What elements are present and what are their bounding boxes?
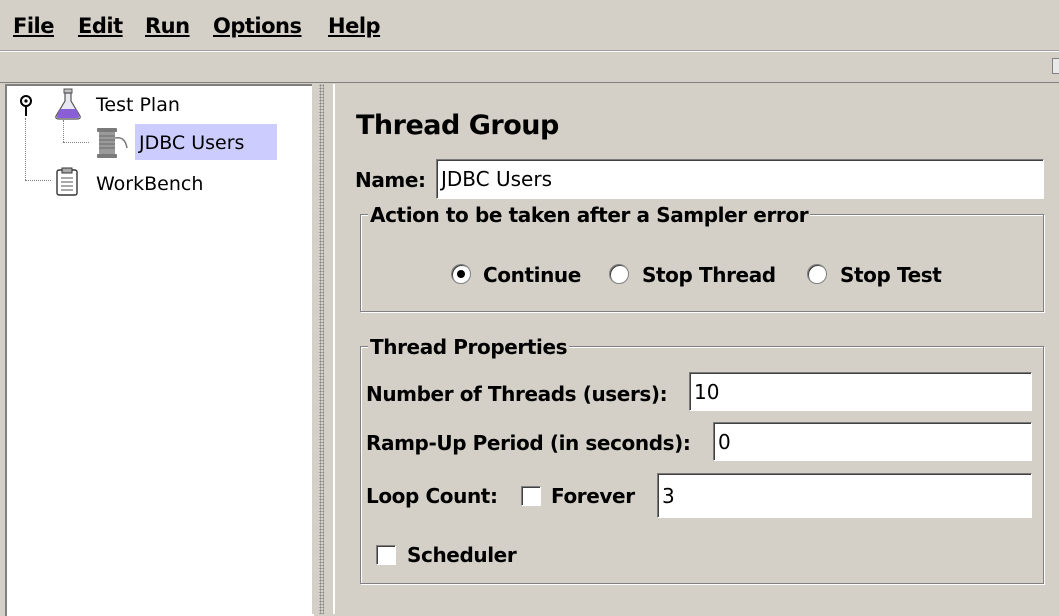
tree-expand-handle-icon[interactable] bbox=[19, 95, 33, 117]
thread-group-spool-icon bbox=[97, 128, 128, 158]
toolbar bbox=[0, 51, 1059, 83]
menu-help[interactable]: Help bbox=[328, 14, 381, 38]
scheduler-checkbox-label[interactable]: Scheduler bbox=[407, 543, 517, 567]
test-tree: Test Plan JDBC Users WorkBench bbox=[5, 84, 314, 616]
workbench-clipboard-icon bbox=[56, 167, 78, 196]
tree-item-test-plan[interactable]: Test Plan bbox=[96, 94, 180, 116]
forever-checkbox[interactable] bbox=[521, 486, 541, 506]
scheduler-checkbox[interactable] bbox=[376, 545, 396, 565]
tree-item-workbench[interactable]: WorkBench bbox=[96, 173, 203, 195]
stop-thread-radio-label[interactable]: Stop Thread bbox=[642, 263, 776, 287]
rampup-field[interactable]: 0 bbox=[713, 422, 1032, 461]
continue-radio[interactable] bbox=[451, 264, 471, 284]
name-field[interactable]: JDBC Users bbox=[436, 159, 1044, 199]
tree-connector bbox=[63, 120, 64, 142]
menu-edit[interactable]: Edit bbox=[78, 14, 123, 38]
splitter-grip bbox=[319, 84, 324, 614]
menu-file[interactable]: File bbox=[13, 14, 54, 38]
stop-thread-radio[interactable] bbox=[609, 264, 629, 284]
loop-count-label: Loop Count: bbox=[366, 484, 498, 508]
tree-connector bbox=[25, 118, 26, 180]
menu-options[interactable]: Options bbox=[213, 14, 302, 38]
continue-radio-label[interactable]: Continue bbox=[483, 263, 581, 287]
loop-count-field[interactable]: 3 bbox=[657, 473, 1032, 518]
tree-connector bbox=[63, 142, 89, 143]
rampup-label: Ramp-Up Period (in seconds): bbox=[366, 431, 691, 455]
thread-properties-group-title: Thread Properties bbox=[368, 335, 570, 359]
tree-connector bbox=[25, 180, 51, 181]
toolbar-grip[interactable] bbox=[1052, 58, 1059, 74]
stop-test-radio-label[interactable]: Stop Test bbox=[840, 263, 942, 287]
panel-title: Thread Group bbox=[356, 110, 559, 141]
menu-bar: File Edit Run Options Help bbox=[0, 0, 1059, 51]
stop-test-radio[interactable] bbox=[807, 264, 827, 284]
sampler-error-group-title: Action to be taken after a Sampler error bbox=[368, 203, 811, 227]
menu-run[interactable]: Run bbox=[145, 14, 190, 38]
name-label: Name: bbox=[355, 168, 426, 192]
tree-item-jdbc-users[interactable]: JDBC Users bbox=[139, 132, 244, 154]
threads-label: Number of Threads (users): bbox=[366, 382, 668, 406]
threads-field[interactable]: 10 bbox=[689, 372, 1032, 411]
forever-checkbox-label[interactable]: Forever bbox=[551, 484, 635, 508]
split-pane-divider[interactable] bbox=[312, 84, 331, 614]
test-plan-flask-icon bbox=[55, 88, 81, 120]
